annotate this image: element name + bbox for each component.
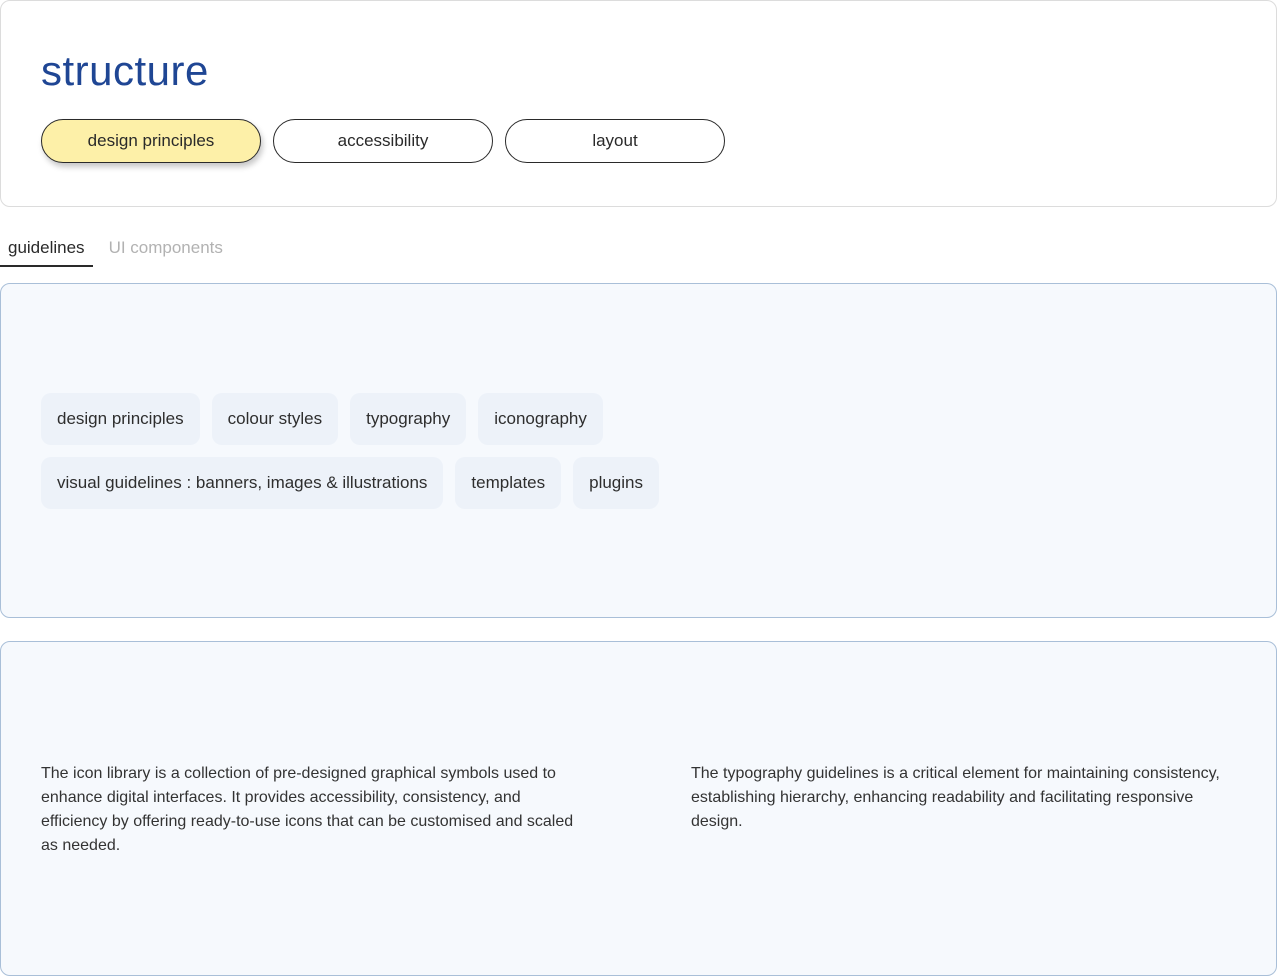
description-panel: The icon library is a collection of pre-… — [0, 641, 1277, 976]
chip-visual-guidelines[interactable]: visual guidelines : banners, images & il… — [41, 457, 444, 509]
chip-typography[interactable]: typography — [350, 393, 467, 445]
icon-library-description: The icon library is a collection of pre-… — [41, 765, 574, 854]
chip-iconography[interactable]: iconography — [478, 393, 603, 445]
chip-design-principles[interactable]: design principles — [41, 393, 200, 445]
chip-colour-styles[interactable]: colour styles — [211, 393, 339, 445]
page-title: structure — [41, 47, 209, 94]
tab-ui-components[interactable]: UI components — [101, 230, 231, 267]
chip-list: design principles colour styles typograp… — [41, 393, 659, 509]
guidelines-panel: design principles colour styles typograp… — [0, 283, 1277, 618]
tab-bar: guidelines UI components — [0, 230, 239, 268]
pill-design-principles[interactable]: design principles — [41, 119, 261, 163]
tab-guidelines[interactable]: guidelines — [0, 230, 93, 267]
chip-plugins[interactable]: plugins — [573, 457, 659, 509]
page: structure design principles accessibilit… — [0, 0, 1277, 976]
pill-layout[interactable]: layout — [505, 119, 725, 163]
chip-row: visual guidelines : banners, images & il… — [41, 457, 659, 509]
category-pills: design principles accessibility layout — [41, 119, 725, 163]
pill-accessibility[interactable]: accessibility — [273, 119, 493, 163]
chip-templates[interactable]: templates — [455, 457, 562, 509]
typography-description: The typography guidelines is a critical … — [691, 765, 1220, 830]
header-card: structure design principles accessibilit… — [0, 0, 1277, 207]
chip-row: design principles colour styles typograp… — [41, 393, 659, 445]
